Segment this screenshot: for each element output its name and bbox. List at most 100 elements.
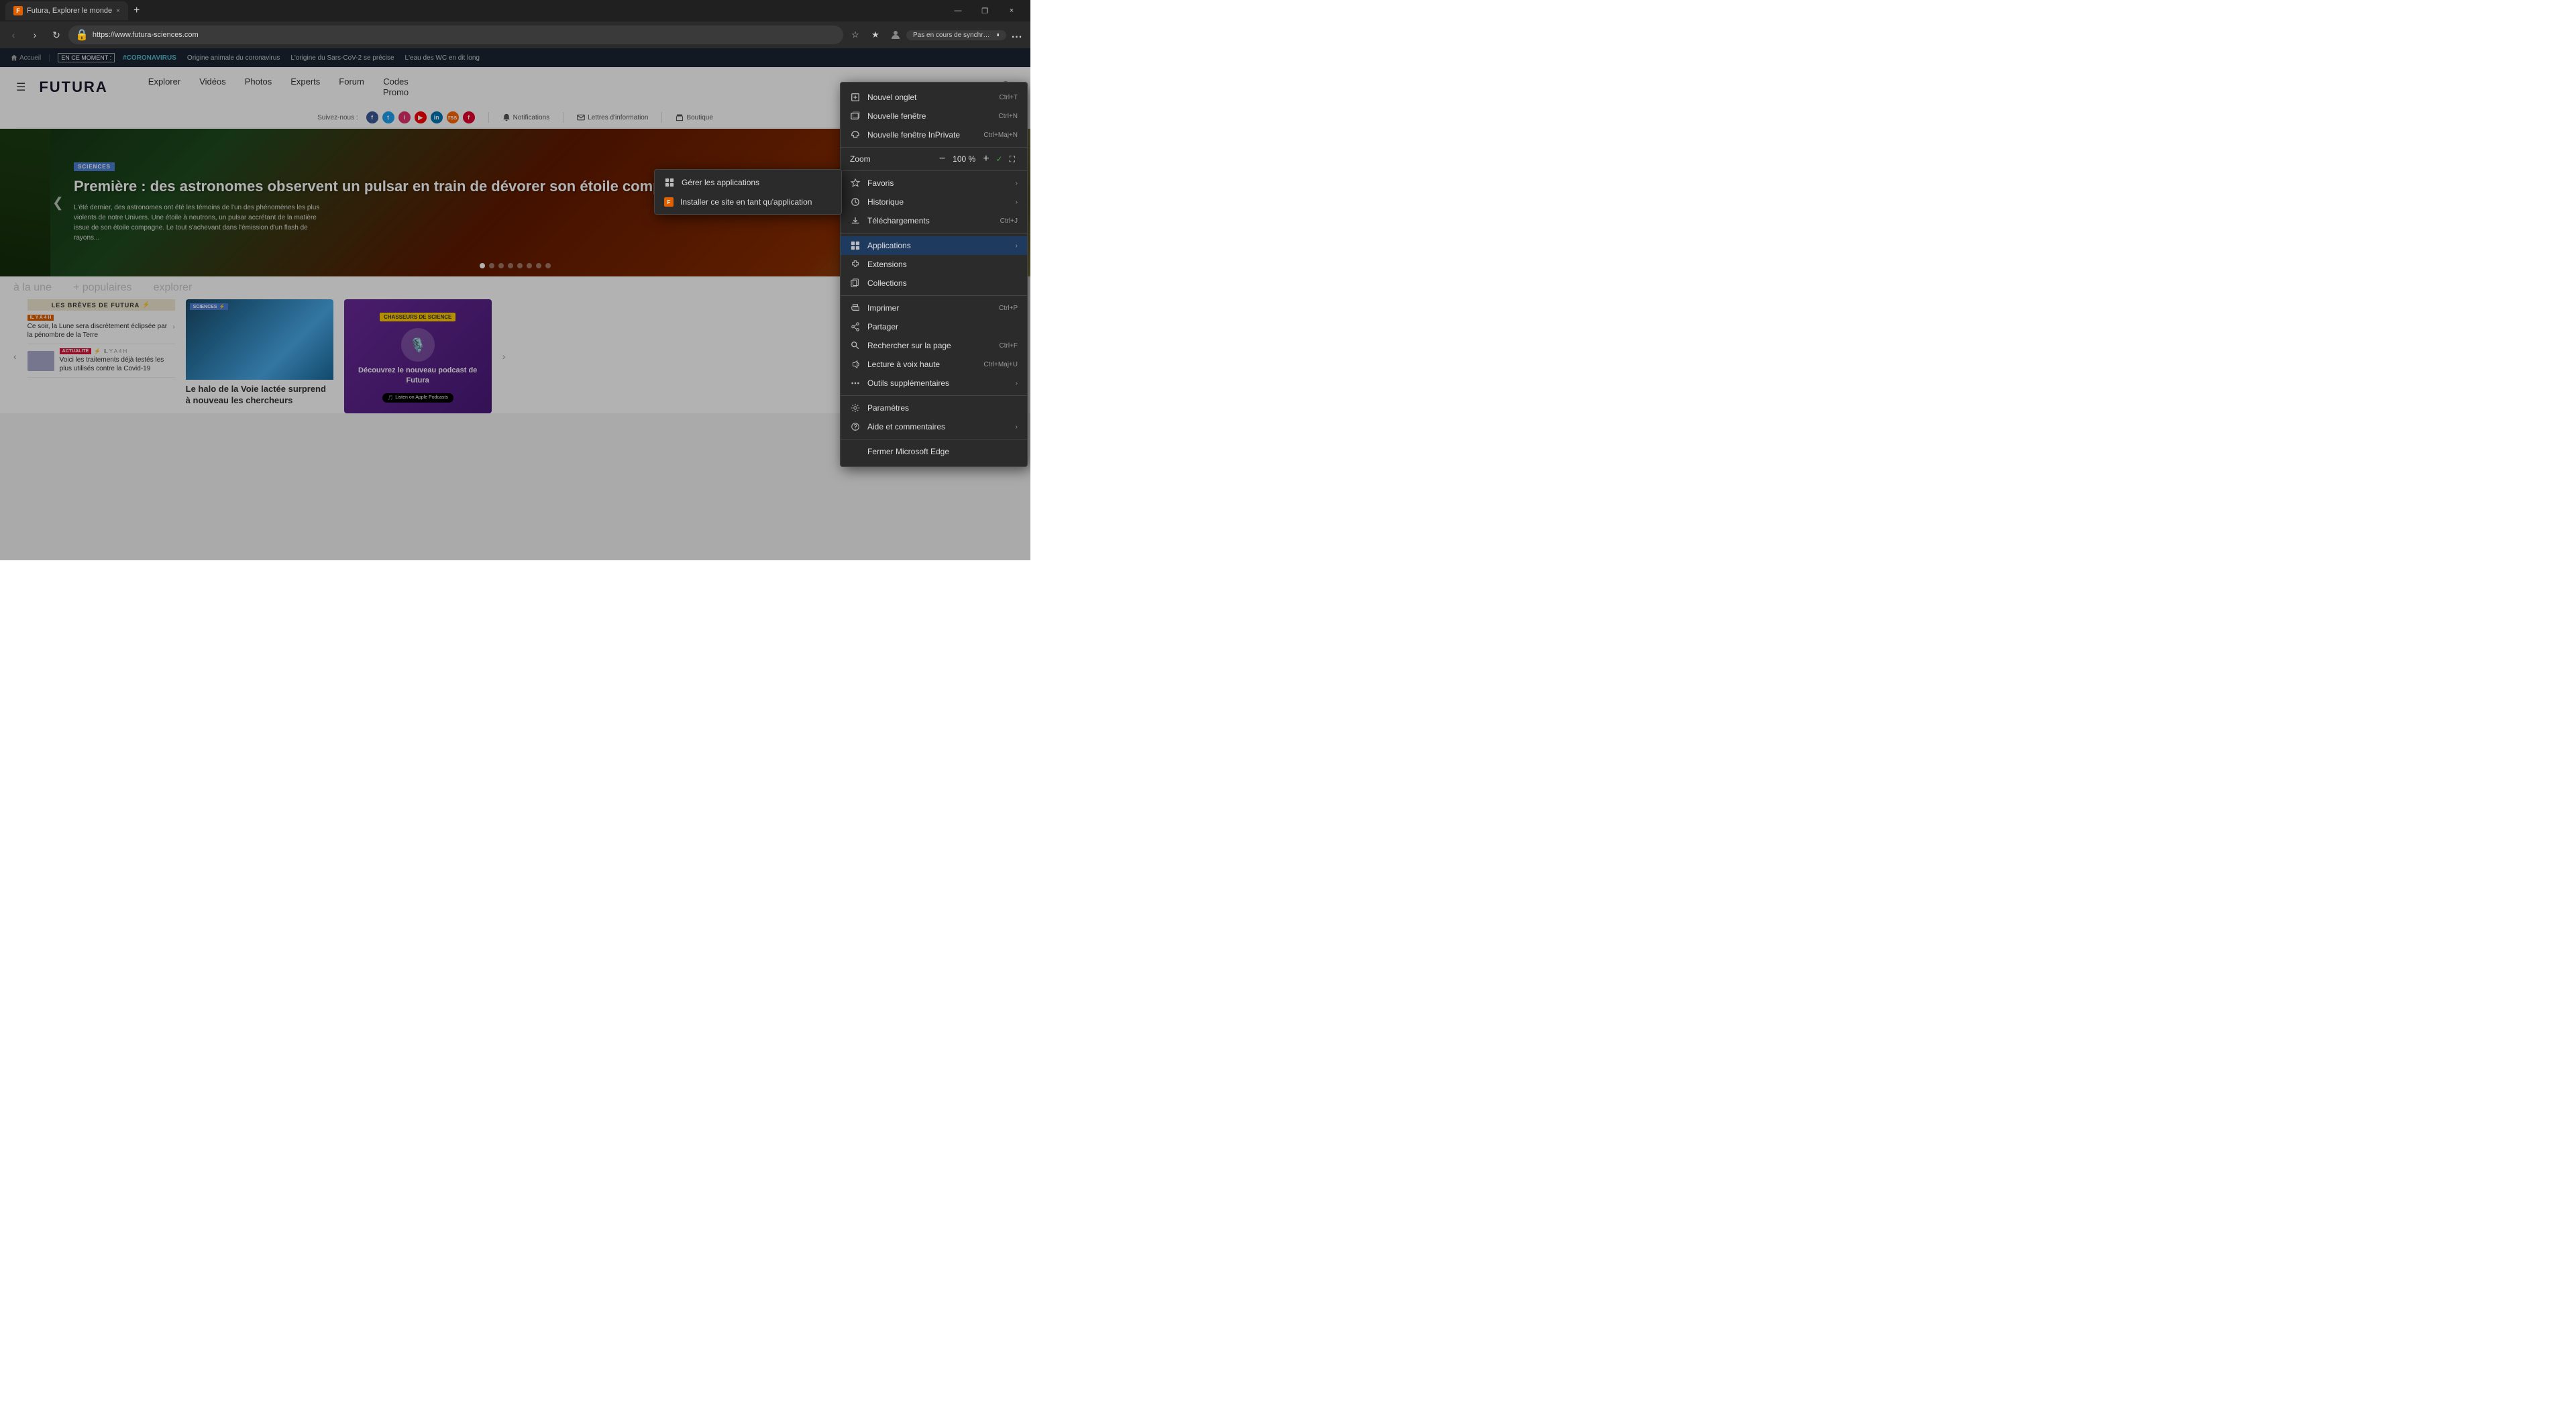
breaking-tag-3[interactable]: L'eau des WC en dit long <box>405 54 480 62</box>
hero-dot-4[interactable] <box>517 263 523 268</box>
menu-item-print[interactable]: Imprimer Ctrl+P <box>841 299 1027 317</box>
hero-dot-5[interactable] <box>527 263 532 268</box>
hero-dot-2[interactable] <box>498 263 504 268</box>
youtube-icon[interactable]: ▶ <box>415 111 427 123</box>
home-link[interactable]: Accueil <box>11 54 50 62</box>
notifications-label: Notifications <box>513 114 549 121</box>
print-icon <box>850 303 861 313</box>
zoom-fullscreen-button[interactable]: ⛶ <box>1007 154 1018 164</box>
hero-dot-7[interactable] <box>545 263 551 268</box>
facebook-icon[interactable]: f <box>366 111 378 123</box>
web-content: Accueil EN CE MOMENT : #CORONAVIRUS Orig… <box>0 48 1030 560</box>
newsletter-button[interactable]: Lettres d'information <box>577 113 648 121</box>
menu-item-more-tools[interactable]: Outils supplémentaires › <box>841 374 1027 393</box>
notifications-button[interactable]: Notifications <box>502 113 549 121</box>
new-tab-icon <box>850 92 861 103</box>
active-tab[interactable]: F Futura, Explorer le monde × <box>5 1 128 20</box>
rss-icon[interactable]: rss <box>447 111 459 123</box>
close-edge-label: Fermer Microsoft Edge <box>867 447 1018 456</box>
instagram-icon[interactable]: i <box>398 111 411 123</box>
zoom-minus-button[interactable]: − <box>936 153 948 165</box>
nav-explorer[interactable]: Explorer <box>148 74 180 100</box>
zoom-confirm-button[interactable]: ✓ <box>996 154 1003 164</box>
breaking-tag-0[interactable]: #CORONAVIRUS <box>123 54 176 62</box>
podcast-card[interactable]: CHASSEURS DE SCIENCE 🎙️ Découvrez le nou… <box>344 299 492 413</box>
settings-icon <box>850 403 861 413</box>
nav-codes-promo[interactable]: Codes Promo <box>383 74 409 100</box>
edge-menu-button[interactable]: ... <box>1008 25 1026 44</box>
window-controls: — ❐ × <box>945 1 1025 20</box>
print-shortcut: Ctrl+P <box>999 305 1018 312</box>
news-item-0[interactable]: IL Y A 4 H Ce soir, la Lune sera discrèt… <box>28 311 175 344</box>
breaking-tag-1[interactable]: Origine animale du coronavirus <box>187 54 280 62</box>
news-next-button[interactable]: › <box>502 351 506 362</box>
apple-podcasts-button[interactable]: 🎵 Listen on Apple Podcasts <box>382 393 453 403</box>
new-window-shortcut: Ctrl+N <box>998 113 1018 120</box>
forward-button[interactable]: › <box>25 25 44 44</box>
downloads-shortcut: Ctrl+J <box>1000 217 1018 225</box>
new-tab-shortcut: Ctrl+T <box>1000 94 1018 101</box>
back-button[interactable]: ‹ <box>4 25 23 44</box>
menu-item-extensions[interactable]: Extensions <box>841 255 1027 274</box>
refresh-button[interactable]: ↻ <box>47 25 66 44</box>
shop-button[interactable]: Boutique <box>676 113 712 121</box>
zoom-plus-button[interactable]: + <box>980 153 991 165</box>
new-tab-button[interactable]: + <box>128 5 145 17</box>
tab-explorer[interactable]: explorer <box>154 282 193 294</box>
nav-videos[interactable]: Vidéos <box>199 74 226 100</box>
follow-label: Suivez-nous : <box>317 114 358 121</box>
favorites-label: Favoris <box>867 178 1006 188</box>
hero-dot-3[interactable] <box>508 263 513 268</box>
flash-icon: ⚡ <box>94 348 101 354</box>
linkedin-icon[interactable]: in <box>431 111 443 123</box>
menu-item-help[interactable]: Aide et commentaires › <box>841 417 1027 436</box>
favorites-star-button[interactable]: ☆ <box>846 25 865 44</box>
news-item-1[interactable]: ACTUALITÉ ⚡ IL Y A 4 H Voici les traitem… <box>28 344 175 378</box>
menu-item-inprivate[interactable]: Nouvelle fenêtre InPrivate Ctrl+Maj+N <box>841 125 1027 144</box>
tab-a-la-une[interactable]: à la une <box>13 282 52 294</box>
menu-item-find[interactable]: Rechercher sur la page Ctrl+F <box>841 336 1027 355</box>
menu-item-new-tab[interactable]: Nouvel onglet Ctrl+T <box>841 88 1027 107</box>
hero-dot-6[interactable] <box>536 263 541 268</box>
submenu-install-site[interactable]: F Installer ce site en tant qu'applicati… <box>655 193 841 211</box>
address-bar[interactable]: 🔒 https://www.futura-sciences.com <box>68 25 843 44</box>
menu-item-favorites[interactable]: Favoris › <box>841 174 1027 193</box>
menu-item-downloads[interactable]: Téléchargements Ctrl+J <box>841 211 1027 230</box>
menu-item-settings[interactable]: Paramètres <box>841 399 1027 417</box>
hero-dot-1[interactable] <box>489 263 494 268</box>
hero-dot-0[interactable] <box>480 263 485 268</box>
menu-item-collections[interactable]: Collections <box>841 274 1027 293</box>
menu-item-close-edge[interactable]: Fermer Microsoft Edge <box>841 442 1027 461</box>
flipboard-icon[interactable]: f <box>463 111 475 123</box>
minimize-button[interactable]: — <box>945 1 971 20</box>
zoom-controls: − 100 % + ✓ ⛶ <box>936 153 1018 165</box>
menu-item-new-window[interactable]: Nouvelle fenêtre Ctrl+N <box>841 107 1027 125</box>
submenu-manage-apps[interactable]: Gérer les applications <box>655 172 841 193</box>
close-button[interactable]: × <box>998 1 1025 20</box>
news-tag-0: IL Y A 4 H <box>28 315 54 321</box>
menu-item-history[interactable]: Historique › <box>841 193 1027 211</box>
nav-photos[interactable]: Photos <box>245 74 272 100</box>
hero-prev-button[interactable]: ❮ <box>52 195 64 211</box>
menu-item-read-aloud[interactable]: Lecture à voix haute Ctrl+Maj+U <box>841 355 1027 374</box>
menu-item-applications[interactable]: Applications › <box>841 236 1027 255</box>
manage-apps-icon <box>664 177 675 188</box>
applications-arrow: › <box>1016 242 1018 250</box>
breaking-tag-2[interactable]: L'origine du Sars-CoV-2 se précise <box>290 54 394 62</box>
tab-populaires[interactable]: + populaires <box>73 282 132 294</box>
twitter-icon[interactable]: t <box>382 111 394 123</box>
profile-button[interactable] <box>886 25 905 44</box>
nav-experts[interactable]: Experts <box>290 74 320 100</box>
news-time-1: IL Y A 4 H <box>103 348 127 354</box>
tab-close-button[interactable]: × <box>116 7 120 15</box>
sync-button[interactable]: Pas en cours de synchronisation ⏸ <box>906 30 1006 40</box>
hamburger-menu[interactable]: ☰ <box>16 81 25 94</box>
inprivate-label: Nouvelle fenêtre InPrivate <box>867 130 977 140</box>
news-prev-button[interactable]: ‹ <box>13 351 17 362</box>
restore-button[interactable]: ❐ <box>971 1 998 20</box>
collections-star-button[interactable]: ★ <box>866 25 885 44</box>
nav-forum[interactable]: Forum <box>339 74 364 100</box>
menu-item-share[interactable]: Partager <box>841 317 1027 336</box>
news-card-halo[interactable]: SCIENCES ⚡ Le halo de la Voie lactée sur… <box>186 299 333 413</box>
applications-submenu: Gérer les applications F Installer ce si… <box>654 169 842 215</box>
